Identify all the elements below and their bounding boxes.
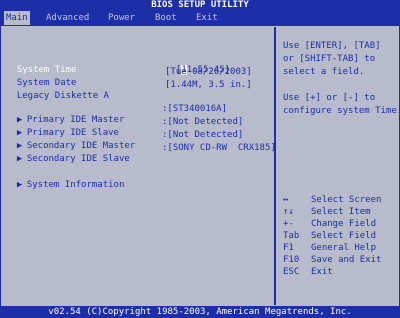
legacy-diskette-label: Legacy Diskette A — [6, 80, 109, 102]
key-desc: Select Item — [311, 207, 371, 217]
key-desc: Select Screen — [311, 195, 382, 205]
submenu-arrow-icon: ▶ — [16, 180, 23, 190]
system-date-value[interactable]: [Tue 08/26/2003] — [165, 67, 252, 78]
key-f10: F10 — [283, 255, 300, 265]
tab-boot[interactable]: Boot — [153, 11, 179, 25]
tab-main[interactable]: Main — [4, 11, 30, 25]
key-legend-row: ↑↓ Select Item — [283, 207, 371, 218]
key-left-right: ↔ — [283, 195, 289, 205]
key-desc: Change Field — [311, 219, 377, 229]
key-legend-row: ↔ Select Screen — [283, 195, 381, 206]
key-legend-row: F10 Save and Exit — [283, 255, 381, 266]
help-line-1: Use [ENTER], [TAB] — [283, 41, 381, 51]
key-desc: Save and Exit — [311, 255, 382, 265]
system-information-label: System Information — [26, 180, 125, 190]
key-f1: F1 — [283, 243, 294, 253]
key-tab: Tab — [283, 231, 300, 241]
panel-divider — [274, 27, 276, 305]
ide-primary-master-value: :[ST340016A] — [162, 104, 228, 114]
key-desc: Select Field — [311, 231, 377, 241]
tab-power[interactable]: Power — [106, 11, 137, 25]
bios-title: BIOS SETUP UTILITY — [0, 0, 400, 11]
key-legend-row: F1 General Help — [283, 243, 376, 254]
key-plus-minus: +- — [283, 219, 294, 229]
ide-secondary-slave-label: Secondary IDE Slave — [26, 154, 130, 164]
key-legend-row: +- Change Field — [283, 219, 376, 230]
key-up-down: ↑↓ — [283, 207, 294, 217]
legacy-diskette-label-text: Legacy Diskette A — [16, 91, 109, 101]
tab-advanced[interactable]: Advanced — [44, 11, 91, 25]
key-legend-row: Tab Select Field — [283, 231, 376, 242]
key-esc: ESC — [283, 267, 300, 277]
legacy-diskette-value[interactable]: [1.44M, 3.5 in.] — [165, 80, 252, 91]
help-line-3: select a field. — [283, 67, 365, 77]
menu-bar: Main Advanced Power Boot Exit — [0, 11, 400, 25]
ide-secondary-slave-value: :[SONY CD-RW CRX185] — [162, 143, 276, 153]
ide-secondary-slave-row[interactable]: ▶ Secondary IDE Slave — [6, 143, 130, 165]
key-desc: General Help — [311, 243, 377, 253]
ide-secondary-master-value: :[Not Detected] — [162, 130, 244, 140]
tab-exit[interactable]: Exit — [194, 11, 220, 25]
help-line-5: configure system Time. — [283, 106, 400, 116]
copyright-footer: v02.54 (C)Copyright 1985-2003, American … — [0, 307, 400, 318]
ide-primary-slave-value: :[Not Detected] — [162, 117, 244, 127]
help-line-2: or [SHIFT-TAB] to — [283, 54, 376, 64]
help-line-4: Use [+] or [-] to — [283, 93, 376, 103]
submenu-arrow-icon: ▶ — [16, 154, 23, 164]
system-information-row[interactable]: ▶ System Information — [6, 169, 125, 191]
key-legend-row: ESC Exit — [283, 267, 333, 278]
key-desc: Exit — [311, 267, 333, 277]
